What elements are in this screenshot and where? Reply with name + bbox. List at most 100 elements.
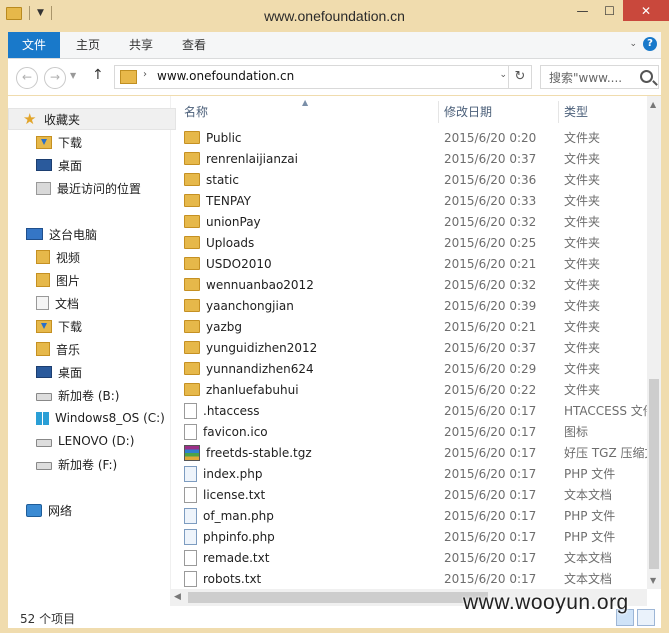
file-name[interactable]: Uploads xyxy=(206,236,254,250)
file-name-cell[interactable]: Uploads xyxy=(184,236,254,250)
file-name-cell[interactable]: of_man.php xyxy=(184,507,274,524)
file-row[interactable]: yunnandizhen624 2015/6/20 0:29 文件夹 xyxy=(178,358,647,379)
file-row[interactable]: .htaccess 2015/6/20 0:17 HTACCESS 文件 xyxy=(178,400,647,421)
column-divider[interactable] xyxy=(558,101,559,123)
file-name[interactable]: phpinfo.php xyxy=(203,530,275,544)
file-name-cell[interactable]: renrenlaijianzai xyxy=(184,152,298,166)
search-icon[interactable] xyxy=(640,70,653,83)
file-name[interactable]: zhanluefabuhui xyxy=(206,383,299,397)
file-row[interactable]: of_man.php 2015/6/20 0:17 PHP 文件 xyxy=(178,505,647,526)
help-icon[interactable]: ? xyxy=(643,37,657,51)
sidebar-item-favorites[interactable]: ★ 收藏夹 xyxy=(8,108,176,130)
sidebar-item-pictures[interactable]: 图片 xyxy=(36,270,80,290)
file-row[interactable]: Uploads 2015/6/20 0:25 文件夹 xyxy=(178,232,647,253)
tab-share[interactable]: 共享 xyxy=(129,32,153,58)
file-name[interactable]: TENPAY xyxy=(206,194,251,208)
chevron-down-icon[interactable]: ⌄ xyxy=(499,70,507,80)
file-name[interactable]: static xyxy=(206,173,239,187)
sidebar-item-music[interactable]: 音乐 xyxy=(36,339,80,359)
address-text[interactable]: www.onefoundation.cn xyxy=(157,69,294,83)
file-row[interactable]: Public 2015/6/20 0:20 文件夹 xyxy=(178,127,647,148)
file-name-cell[interactable]: zhanluefabuhui xyxy=(184,383,299,397)
file-name-cell[interactable]: yazbg xyxy=(184,320,242,334)
chevron-right-icon[interactable]: › xyxy=(143,69,147,80)
chevron-down-icon[interactable]: ⌄ xyxy=(629,39,637,49)
tab-view[interactable]: 查看 xyxy=(182,32,206,58)
file-name-cell[interactable]: .htaccess xyxy=(184,402,260,419)
file-name-cell[interactable]: yunguidizhen2012 xyxy=(184,341,317,355)
up-button[interactable]: ↑ xyxy=(92,67,104,83)
scroll-down-icon[interactable]: ▼ xyxy=(650,576,656,585)
file-name-cell[interactable]: freetds-stable.tgz xyxy=(184,444,312,461)
file-row[interactable]: unionPay 2015/6/20 0:32 文件夹 xyxy=(178,211,647,232)
file-name-cell[interactable]: Public xyxy=(184,131,242,145)
file-name-cell[interactable]: TENPAY xyxy=(184,194,251,208)
file-row[interactable]: zhanluefabuhui 2015/6/20 0:22 文件夹 xyxy=(178,379,647,400)
recent-locations-chevron-icon[interactable]: ▼ xyxy=(70,71,76,80)
sidebar-item-downloads[interactable]: 下载 xyxy=(36,132,82,152)
file-row[interactable]: static 2015/6/20 0:36 文件夹 xyxy=(178,169,647,190)
column-header-name[interactable]: 名称 xyxy=(184,101,208,123)
file-name[interactable]: wennuanbao2012 xyxy=(206,278,314,292)
scroll-thumb[interactable] xyxy=(188,592,488,603)
file-name[interactable]: Public xyxy=(206,131,242,145)
sidebar-item-recent[interactable]: 最近访问的位置 xyxy=(36,178,141,198)
sidebar-item-drive-c[interactable]: Windows8_OS (C:) xyxy=(36,408,165,428)
file-name-cell[interactable]: remade.txt xyxy=(184,549,269,566)
vertical-scrollbar[interactable]: ▲ ▼ xyxy=(647,96,661,589)
scroll-up-icon[interactable]: ▲ xyxy=(650,100,656,109)
tab-home[interactable]: 主页 xyxy=(76,32,100,58)
file-name[interactable]: index.php xyxy=(203,467,262,481)
file-name-cell[interactable]: yunnandizhen624 xyxy=(184,362,314,376)
forward-button[interactable]: → xyxy=(44,67,66,89)
file-name[interactable]: of_man.php xyxy=(203,509,274,523)
tab-file[interactable]: 文件 xyxy=(8,32,60,58)
file-name[interactable]: USDO2010 xyxy=(206,257,272,271)
file-row[interactable]: remade.txt 2015/6/20 0:17 文本文档 xyxy=(178,547,647,568)
file-name[interactable]: .htaccess xyxy=(203,404,260,418)
column-header-type[interactable]: 类型 xyxy=(564,101,588,123)
file-name-cell[interactable]: USDO2010 xyxy=(184,257,272,271)
file-row[interactable]: robots.txt 2015/6/20 0:17 文本文档 xyxy=(178,568,647,589)
file-name[interactable]: yazbg xyxy=(206,320,242,334)
column-divider[interactable] xyxy=(438,101,439,123)
file-row[interactable]: yunguidizhen2012 2015/6/20 0:37 文件夹 xyxy=(178,337,647,358)
file-row[interactable]: favicon.ico 2015/6/20 0:17 图标 xyxy=(178,421,647,442)
file-row[interactable]: renrenlaijianzai 2015/6/20 0:37 文件夹 xyxy=(178,148,647,169)
file-row[interactable]: yazbg 2015/6/20 0:21 文件夹 xyxy=(178,316,647,337)
file-name[interactable]: yunguidizhen2012 xyxy=(206,341,317,355)
file-row[interactable]: TENPAY 2015/6/20 0:33 文件夹 xyxy=(178,190,647,211)
address-bar[interactable]: › www.onefoundation.cn ⌄ ↻ xyxy=(114,65,532,89)
file-row[interactable]: index.php 2015/6/20 0:17 PHP 文件 xyxy=(178,463,647,484)
sidebar-item-drive-b[interactable]: 新加卷 (B:) xyxy=(36,385,119,405)
file-row[interactable]: wennuanbao2012 2015/6/20 0:32 文件夹 xyxy=(178,274,647,295)
file-row[interactable]: yaanchongjian 2015/6/20 0:39 文件夹 xyxy=(178,295,647,316)
file-row[interactable]: freetds-stable.tgz 2015/6/20 0:17 好压 TGZ 压… xyxy=(178,442,647,463)
file-name-cell[interactable]: favicon.ico xyxy=(184,423,268,440)
sidebar-item-drive-d[interactable]: LENOVO (D:) xyxy=(36,431,134,451)
sidebar-item-documents[interactable]: 文档 xyxy=(36,293,79,313)
search-input[interactable]: 搜索"www.... xyxy=(540,65,659,89)
sidebar-item-desktop[interactable]: 桌面 xyxy=(36,155,82,175)
file-row[interactable]: phpinfo.php 2015/6/20 0:17 PHP 文件 xyxy=(178,526,647,547)
file-name[interactable]: robots.txt xyxy=(203,572,261,586)
file-name-cell[interactable]: phpinfo.php xyxy=(184,528,275,545)
close-button[interactable]: ✕ xyxy=(623,0,669,21)
file-name-cell[interactable]: static xyxy=(184,173,239,187)
file-row[interactable]: USDO2010 2015/6/20 0:21 文件夹 xyxy=(178,253,647,274)
back-button[interactable]: ← xyxy=(16,67,38,89)
file-name[interactable]: license.txt xyxy=(203,488,265,502)
file-name-cell[interactable]: license.txt xyxy=(184,486,265,503)
minimize-button[interactable]: — xyxy=(569,0,596,21)
file-name[interactable]: yaanchongjian xyxy=(206,299,294,313)
file-name-cell[interactable]: robots.txt xyxy=(184,570,261,587)
scroll-thumb[interactable] xyxy=(649,379,659,569)
file-name[interactable]: yunnandizhen624 xyxy=(206,362,314,376)
file-name-cell[interactable]: unionPay xyxy=(184,215,261,229)
sidebar-item-this-pc[interactable]: 这台电脑 xyxy=(26,224,97,244)
column-header-date[interactable]: 修改日期 xyxy=(444,101,492,123)
sidebar-item-drive-f[interactable]: 新加卷 (F:) xyxy=(36,454,117,474)
sidebar-item-pc-desktop[interactable]: 桌面 xyxy=(36,362,82,382)
file-name[interactable]: unionPay xyxy=(206,215,261,229)
file-name[interactable]: renrenlaijianzai xyxy=(206,152,298,166)
